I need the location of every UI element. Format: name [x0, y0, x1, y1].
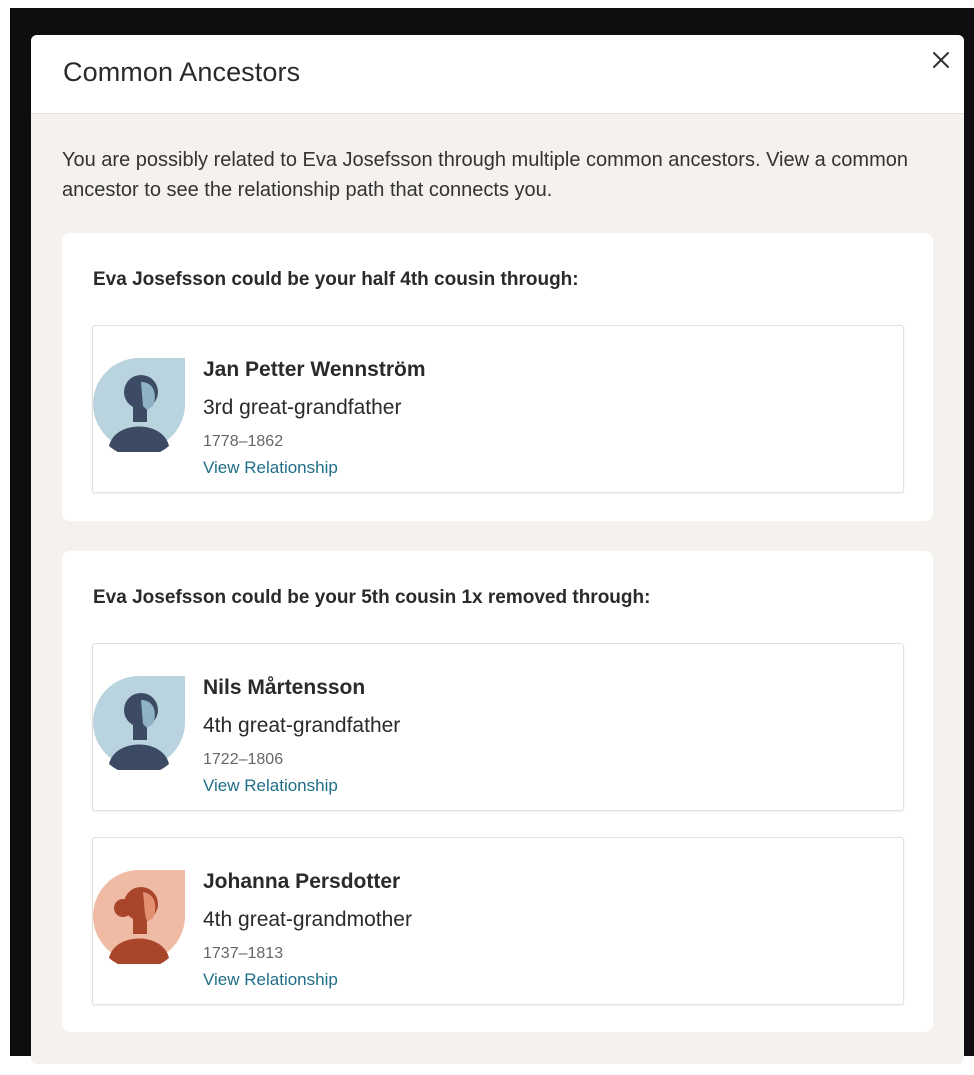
ancestor-relationship: 3rd great-grandfather	[203, 396, 402, 419]
ancestor-card: Jan Petter Wennström 3rd great-grandfath…	[92, 325, 904, 493]
group-heading: Eva Josefsson could be your half 4th cou…	[93, 269, 579, 290]
ancestor-relationship: 4th great-grandfather	[203, 714, 401, 737]
ancestor-dates: 1722–1806	[203, 751, 284, 768]
view-relationship-link[interactable]: View Relationship	[203, 458, 338, 478]
view-relationship-link[interactable]: View Relationship	[203, 970, 338, 990]
group-heading: Eva Josefsson could be your 5th cousin 1…	[93, 587, 651, 608]
ancestor-name: Jan Petter Wennström	[203, 358, 426, 381]
male-avatar-icon	[93, 356, 185, 452]
dialog-title: Common Ancestors	[63, 57, 301, 87]
ancestor-card: Johanna Persdotter 4th great-grandmother…	[92, 837, 904, 1005]
ancestor-relationship: 4th great-grandmother	[203, 908, 412, 931]
relationship-group: Eva Josefsson could be your 5th cousin 1…	[62, 551, 933, 1032]
dialog-header: Common Ancestors	[31, 35, 964, 114]
common-ancestors-dialog: Common Ancestors You are possibly relate…	[31, 35, 964, 1064]
ancestor-dates: 1778–1862	[203, 433, 284, 450]
ancestor-card: Nils Mårtensson 4th great-grandfather 17…	[92, 643, 904, 811]
female-avatar-icon	[93, 868, 185, 964]
relationship-group: Eva Josefsson could be your half 4th cou…	[62, 233, 933, 521]
close-button[interactable]	[926, 45, 956, 75]
male-avatar-icon	[93, 674, 185, 770]
intro-text: You are possibly related to Eva Josefsso…	[62, 149, 908, 201]
ancestor-dates: 1737–1813	[203, 945, 284, 962]
ancestor-name: Nils Mårtensson	[203, 676, 366, 699]
ancestor-name: Johanna Persdotter	[203, 870, 401, 893]
view-relationship-link[interactable]: View Relationship	[203, 776, 338, 796]
close-icon	[933, 52, 949, 68]
